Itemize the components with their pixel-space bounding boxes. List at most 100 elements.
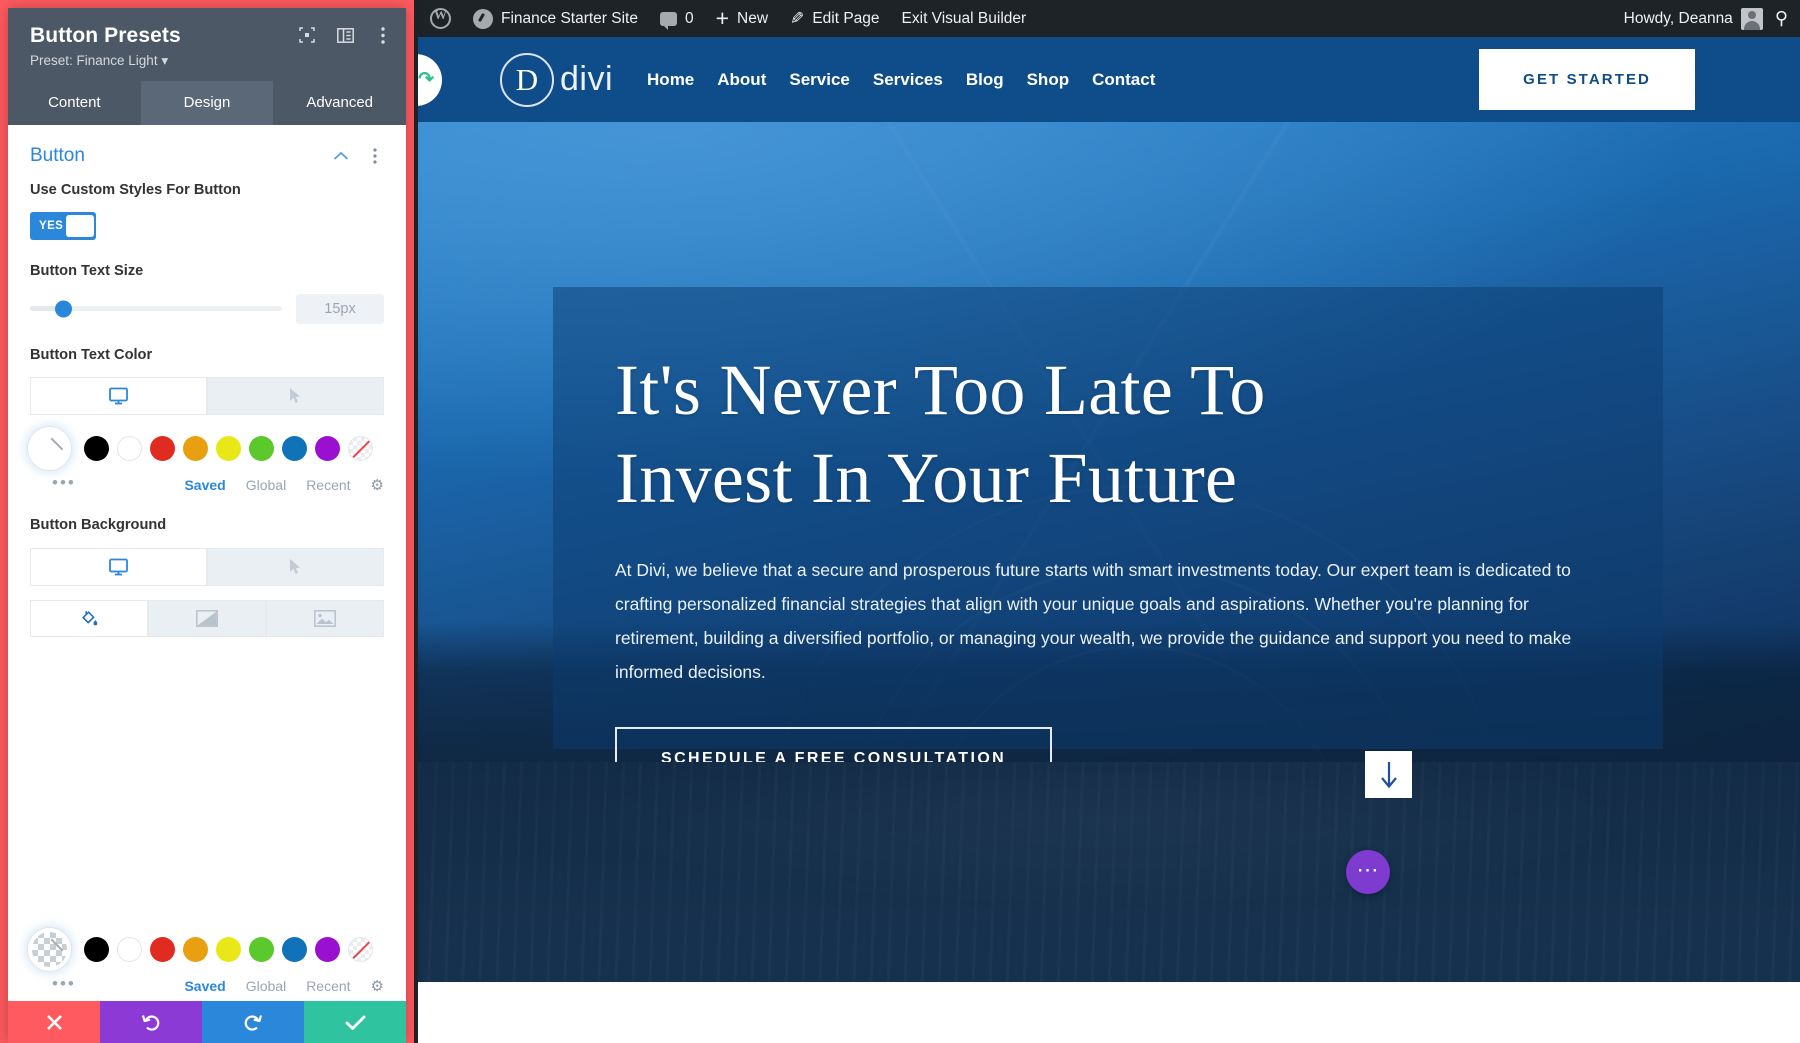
new-content-menu[interactable]: + New	[705, 0, 779, 37]
palette-tab-saved[interactable]: Saved	[184, 477, 225, 493]
panel-layout-icon[interactable]	[336, 26, 354, 44]
text-color-palette-tabs: Saved Global Recent ⚙	[184, 474, 384, 494]
bg-swatch-white[interactable]	[117, 937, 142, 962]
below-hero-band	[418, 762, 1800, 1043]
bg-state-tab-desktop[interactable]	[30, 547, 207, 586]
site-preview-frame: ↷ D divi Home About Service Services Blo…	[418, 37, 1800, 1043]
bg-swatch-blue[interactable]	[282, 937, 307, 962]
nav-item-blog[interactable]: Blog	[966, 70, 1004, 90]
schedule-consultation-button[interactable]: SCHEDULE A FREE CONSULTATION	[615, 727, 1053, 762]
scroll-down-button[interactable]	[1365, 751, 1412, 798]
section-more-icon[interactable]	[366, 147, 384, 165]
howdy-menu[interactable]: Howdy, Deanna	[1613, 0, 1765, 37]
state-tab-hover[interactable]	[207, 377, 384, 416]
gear-icon[interactable]: ⚙	[371, 977, 384, 995]
bg-swatch-purple[interactable]	[315, 937, 340, 962]
hero-paragraph: At Divi, we believe that a secure and pr…	[615, 559, 1572, 683]
save-button[interactable]	[304, 1001, 406, 1043]
redo-button[interactable]	[202, 1001, 304, 1043]
bg-palette-tab-saved[interactable]: Saved	[184, 978, 225, 994]
site-name-menu[interactable]: Finance Starter Site	[462, 0, 649, 37]
search-icon[interactable]: ⚲	[1775, 8, 1788, 29]
eyedropper-icon	[40, 437, 64, 461]
bg-swatch-transparent[interactable]	[348, 937, 373, 962]
divi-builder-tab[interactable]: ↷	[418, 53, 442, 106]
bg-type-image[interactable]	[266, 599, 384, 637]
swatch-red[interactable]	[150, 436, 175, 462]
text-color-more-dots[interactable]: •••	[28, 473, 76, 493]
site-header: ↷ D divi Home About Service Services Blo…	[418, 37, 1800, 122]
current-background-swatch[interactable]	[28, 928, 71, 971]
tab-content[interactable]: Content	[8, 81, 141, 125]
custom-styles-toggle[interactable]: YES	[30, 212, 96, 241]
nav-item-contact[interactable]: Contact	[1092, 70, 1155, 90]
bg-swatch-green[interactable]	[249, 937, 274, 962]
undo-button[interactable]	[100, 1001, 202, 1043]
nav-item-shop[interactable]: Shop	[1027, 70, 1070, 90]
edit-page-menu[interactable]: ✎ Edit Page	[779, 0, 890, 37]
white-section-strip	[418, 982, 1800, 1043]
cursor-hover-icon	[290, 388, 300, 404]
modal-body: Button Use Custom Styles For Button YES …	[8, 125, 406, 1043]
pencil-icon: ✎	[790, 8, 805, 28]
bg-type-color[interactable]	[30, 599, 148, 637]
bg-swatch-red[interactable]	[150, 937, 175, 962]
button-text-color-label: Button Text Color	[30, 346, 153, 363]
bg-swatch-orange[interactable]	[183, 937, 208, 962]
palette-tab-global[interactable]: Global	[246, 477, 286, 493]
admin-bar-right: Howdy, Deanna ⚲	[1613, 0, 1800, 37]
swatch-yellow[interactable]	[216, 436, 241, 462]
button-background-field: Button Background	[8, 516, 406, 637]
close-icon	[46, 1014, 62, 1030]
bg-swatch-black[interactable]	[84, 937, 109, 962]
button-section-header[interactable]: Button	[8, 125, 406, 181]
gradient-icon	[196, 609, 218, 627]
bg-color-more-dots[interactable]: •••	[28, 974, 76, 994]
bg-type-gradient[interactable]	[148, 599, 266, 637]
swatch-white[interactable]	[117, 436, 142, 462]
tab-advanced[interactable]: Advanced	[273, 81, 406, 125]
background-type-tabs	[30, 599, 384, 637]
nav-item-services[interactable]: Services	[873, 70, 943, 90]
tab-design[interactable]: Design	[140, 81, 274, 125]
swatch-black[interactable]	[84, 436, 109, 462]
image-icon	[314, 609, 336, 627]
site-logo[interactable]: D divi	[500, 52, 613, 107]
swatch-purple[interactable]	[315, 436, 340, 462]
state-tab-desktop[interactable]	[30, 377, 207, 416]
background-palette-meta: ••• Saved Global Recent ⚙	[8, 971, 406, 995]
divi-floating-menu-button[interactable]: ⋯	[1346, 850, 1390, 894]
modal-subtitle[interactable]: Preset: Finance Light ▾	[30, 53, 388, 69]
close-settings-button[interactable]	[8, 1001, 100, 1043]
vertical-ellipsis-icon[interactable]	[374, 26, 392, 44]
gear-icon[interactable]: ⚙	[371, 476, 384, 494]
bg-state-tab-hover[interactable]	[207, 547, 384, 586]
current-text-color-swatch[interactable]	[28, 427, 71, 471]
nav-item-about[interactable]: About	[717, 70, 766, 90]
bg-palette-tab-recent[interactable]: Recent	[306, 978, 350, 994]
bg-palette-tab-global[interactable]: Global	[246, 978, 286, 994]
fullscreen-icon[interactable]	[298, 26, 316, 44]
text-size-input[interactable]: 15px	[296, 293, 384, 324]
palette-tab-recent[interactable]: Recent	[306, 477, 350, 493]
modal-action-bar	[8, 1001, 406, 1043]
nav-item-home[interactable]: Home	[647, 70, 694, 90]
wp-logo-menu[interactable]	[418, 0, 462, 37]
swatch-transparent[interactable]	[348, 436, 373, 462]
button-text-size-field: Button Text Size 15px	[8, 262, 406, 324]
hero-section: It's Never Too Late To Invest In Your Fu…	[418, 122, 1800, 762]
bg-swatch-yellow[interactable]	[216, 937, 241, 962]
slider-handle[interactable]	[55, 300, 72, 318]
text-size-slider[interactable]	[30, 300, 282, 318]
exit-visual-builder[interactable]: Exit Visual Builder	[891, 0, 1038, 37]
swatch-blue[interactable]	[282, 436, 307, 462]
button-text-size-label: Button Text Size	[30, 263, 144, 280]
nav-item-service[interactable]: Service	[789, 70, 850, 90]
swatch-orange[interactable]	[183, 436, 208, 462]
get-started-button[interactable]: GET STARTED	[1479, 49, 1695, 110]
comments-menu[interactable]: 0	[649, 0, 705, 37]
swatch-green[interactable]	[249, 436, 274, 462]
user-avatar-icon	[1740, 7, 1763, 30]
chevron-up-icon[interactable]	[332, 147, 350, 165]
